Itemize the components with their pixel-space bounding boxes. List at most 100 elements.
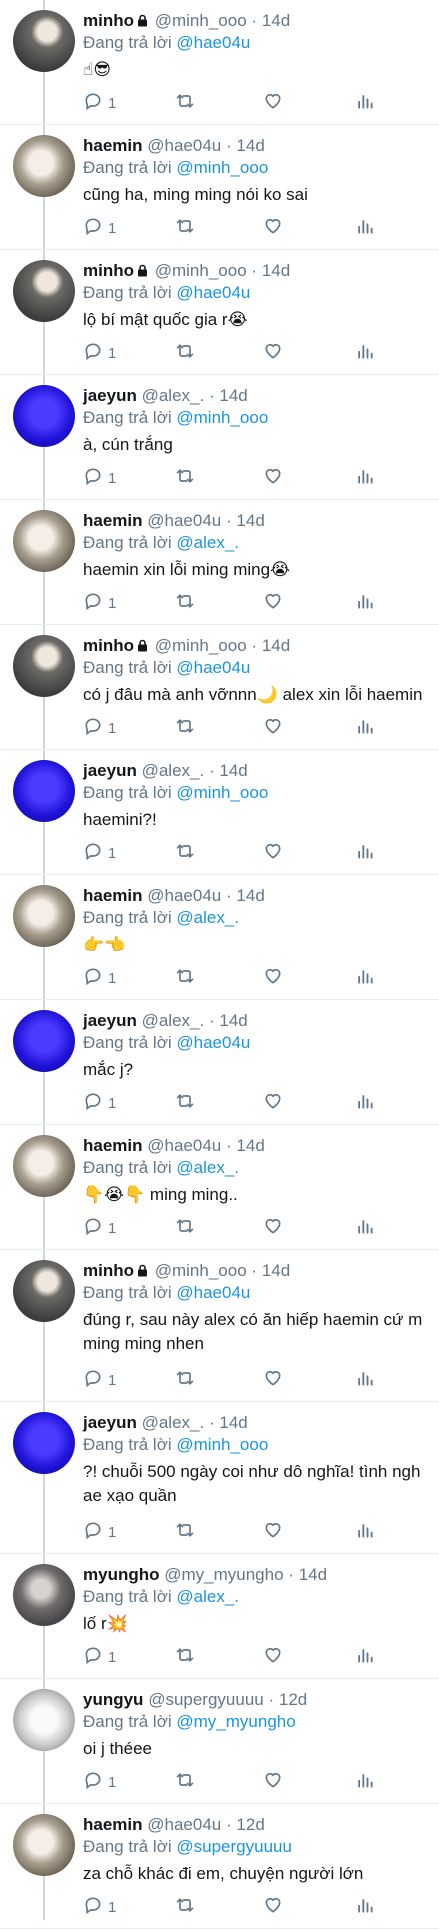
retweet-button[interactable] (175, 342, 195, 364)
analytics-button[interactable] (355, 1896, 375, 1918)
analytics-button[interactable] (355, 217, 375, 239)
display-name[interactable]: jaeyun (83, 1413, 137, 1432)
reply-button[interactable]: 1 (83, 342, 116, 364)
display-name[interactable]: jaeyun (83, 386, 137, 405)
timestamp[interactable]: 14d (236, 1136, 264, 1155)
user-handle[interactable]: @alex_. (142, 386, 205, 405)
like-button[interactable] (263, 467, 283, 489)
avatar[interactable] (13, 260, 75, 322)
analytics-button[interactable] (355, 92, 375, 114)
display-name[interactable]: yungyu (83, 1690, 143, 1709)
timestamp[interactable]: 12d (279, 1690, 307, 1709)
analytics-button[interactable] (355, 1521, 375, 1543)
mention-link[interactable]: @minh_ooo (176, 1435, 268, 1454)
retweet-button[interactable] (175, 1521, 195, 1543)
tweet[interactable]: haemin @hae04u · 12d Đang trả lời @super… (0, 1804, 439, 1929)
tweet[interactable]: minho @minh_ooo · 14d Đang trả lời @hae0… (0, 625, 439, 750)
display-name[interactable]: haemin (83, 511, 143, 530)
avatar[interactable] (13, 1814, 75, 1876)
analytics-button[interactable] (355, 1771, 375, 1793)
mention-link[interactable]: @alex_. (176, 1158, 239, 1177)
like-button[interactable] (263, 842, 283, 864)
user-handle[interactable]: @minh_ooo (155, 1261, 247, 1280)
user-handle[interactable]: @hae04u (147, 1136, 221, 1155)
timestamp[interactable]: 14d (219, 386, 247, 405)
avatar[interactable] (13, 760, 75, 822)
mention-link[interactable]: @hae04u (176, 658, 250, 677)
like-button[interactable] (263, 1217, 283, 1239)
reply-button[interactable]: 1 (83, 467, 116, 489)
retweet-button[interactable] (175, 92, 195, 114)
analytics-button[interactable] (355, 967, 375, 989)
reply-button[interactable]: 1 (83, 92, 116, 114)
mention-link[interactable]: @supergyuuuu (176, 1837, 292, 1856)
avatar[interactable] (13, 510, 75, 572)
retweet-button[interactable] (175, 967, 195, 989)
reply-button[interactable]: 1 (83, 1369, 116, 1391)
analytics-button[interactable] (355, 1092, 375, 1114)
display-name[interactable]: minho (83, 261, 134, 280)
reply-button[interactable]: 1 (83, 1092, 116, 1114)
avatar[interactable] (13, 385, 75, 447)
timestamp[interactable]: 14d (236, 136, 264, 155)
user-handle[interactable]: @my_myungho (164, 1565, 283, 1584)
mention-link[interactable]: @minh_ooo (176, 158, 268, 177)
reply-button[interactable]: 1 (83, 1771, 116, 1793)
display-name[interactable]: haemin (83, 886, 143, 905)
display-name[interactable]: haemin (83, 136, 143, 155)
user-handle[interactable]: @minh_ooo (155, 11, 247, 30)
avatar[interactable] (13, 635, 75, 697)
tweet[interactable]: minho @minh_ooo · 14d Đang trả lời @hae0… (0, 250, 439, 375)
mention-link[interactable]: @minh_ooo (176, 783, 268, 802)
reply-button[interactable]: 1 (83, 717, 116, 739)
tweet[interactable]: jaeyun @alex_. · 14d Đang trả lời @hae04… (0, 1000, 439, 1125)
display-name[interactable]: myungho (83, 1565, 160, 1584)
user-handle[interactable]: @hae04u (147, 1815, 221, 1834)
reply-button[interactable]: 1 (83, 217, 116, 239)
mention-link[interactable]: @my_myungho (176, 1712, 295, 1731)
reply-button[interactable]: 1 (83, 1521, 116, 1543)
tweet[interactable]: yungyu @supergyuuuu · 12d Đang trả lời @… (0, 1679, 439, 1804)
retweet-button[interactable] (175, 1896, 195, 1918)
reply-button[interactable]: 1 (83, 1896, 116, 1918)
timestamp[interactable]: 14d (262, 636, 290, 655)
retweet-button[interactable] (175, 842, 195, 864)
analytics-button[interactable] (355, 1646, 375, 1668)
timestamp[interactable]: 12d (236, 1815, 264, 1834)
like-button[interactable] (263, 592, 283, 614)
tweet[interactable]: haemin @hae04u · 14d Đang trả lời @alex_… (0, 875, 439, 1000)
reply-button[interactable]: 1 (83, 592, 116, 614)
like-button[interactable] (263, 92, 283, 114)
timestamp[interactable]: 14d (219, 1413, 247, 1432)
retweet-button[interactable] (175, 1217, 195, 1239)
mention-link[interactable]: @hae04u (176, 33, 250, 52)
user-handle[interactable]: @hae04u (147, 136, 221, 155)
avatar[interactable] (13, 135, 75, 197)
analytics-button[interactable] (355, 342, 375, 364)
reply-button[interactable]: 1 (83, 842, 116, 864)
mention-link[interactable]: @alex_. (176, 533, 239, 552)
like-button[interactable] (263, 1521, 283, 1543)
analytics-button[interactable] (355, 717, 375, 739)
timestamp[interactable]: 14d (219, 761, 247, 780)
timestamp[interactable]: 14d (236, 511, 264, 530)
avatar[interactable] (13, 1010, 75, 1072)
timestamp[interactable]: 14d (219, 1011, 247, 1030)
tweet[interactable]: jaeyun @alex_. · 14d Đang trả lời @minh_… (0, 750, 439, 875)
mention-link[interactable]: @hae04u (176, 283, 250, 302)
user-handle[interactable]: @minh_ooo (155, 636, 247, 655)
display-name[interactable]: minho (83, 636, 134, 655)
display-name[interactable]: jaeyun (83, 1011, 137, 1030)
display-name[interactable]: haemin (83, 1815, 143, 1834)
retweet-button[interactable] (175, 1771, 195, 1793)
mention-link[interactable]: @alex_. (176, 908, 239, 927)
analytics-button[interactable] (355, 467, 375, 489)
like-button[interactable] (263, 967, 283, 989)
avatar[interactable] (13, 1564, 75, 1626)
avatar[interactable] (13, 1412, 75, 1474)
tweet[interactable]: haemin @hae04u · 14d Đang trả lời @alex_… (0, 500, 439, 625)
display-name[interactable]: minho (83, 11, 134, 30)
display-name[interactable]: minho (83, 1261, 134, 1280)
tweet[interactable]: haemin @hae04u · 14d Đang trả lời @alex_… (0, 1125, 439, 1250)
like-button[interactable] (263, 1646, 283, 1668)
